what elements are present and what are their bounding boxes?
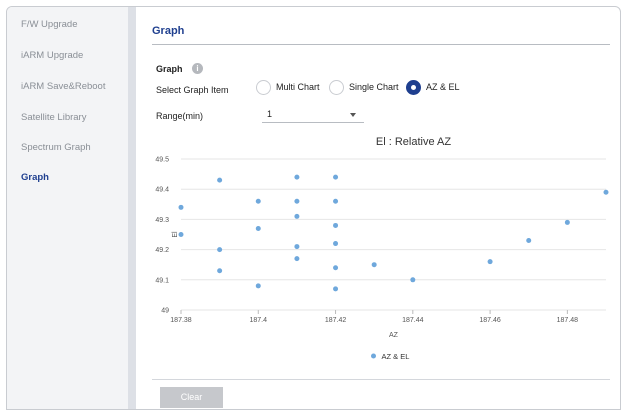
radio-az-el[interactable]: AZ & EL: [406, 79, 460, 95]
x-axis-label: AZ: [389, 332, 399, 339]
radio-label: AZ & EL: [426, 82, 460, 92]
radio-circle[interactable]: [256, 79, 271, 95]
chevron-down-icon: [350, 113, 356, 117]
y-tick-label: 49.4: [155, 187, 169, 194]
scatter-chart: El : Relative AZ 49 49.1 49.2 49.3 49.4 49.5 18…: [155, 136, 609, 361]
x-tick-label: 187.48: [557, 317, 579, 324]
page-title: Graph: [152, 25, 185, 37]
data-point: [178, 232, 184, 237]
y-tick-label: 49.2: [155, 247, 169, 254]
chart-title: El : Relative AZ: [376, 136, 451, 148]
section-label: Graph: [156, 64, 183, 74]
data-point: [333, 174, 339, 180]
y-tick-label: 49.5: [155, 157, 169, 164]
data-point: [217, 177, 223, 183]
sidebar-divider: [128, 7, 136, 409]
data-point: [255, 198, 261, 204]
legend-marker: [371, 353, 376, 359]
y-axis-label: El: [172, 231, 179, 238]
y-tick-label: 49.3: [155, 217, 169, 224]
x-tick-label: 187.42: [325, 317, 347, 324]
sidebar-item-graph[interactable]: Graph: [21, 172, 49, 183]
title-divider: [152, 44, 610, 45]
radio-circle[interactable]: [329, 79, 344, 95]
y-tick-label: 49.1: [155, 277, 169, 284]
data-point: [255, 283, 261, 289]
x-tick-label: 187.38: [170, 317, 192, 324]
app-window: F/W Upgrade iARM Upgrade iARM Save&Reboo…: [6, 6, 621, 410]
data-point: [178, 204, 184, 210]
select-graph-item-label: Select Graph Item: [156, 85, 229, 95]
data-point: [487, 259, 493, 265]
sidebar-item-satellite-library[interactable]: Satellite Library: [21, 112, 86, 123]
sidebar: F/W Upgrade iARM Upgrade iARM Save&Reboo…: [7, 7, 128, 409]
data-point: [410, 277, 416, 283]
sidebar-item-spectrum-graph[interactable]: Spectrum Graph: [21, 142, 91, 153]
data-point: [333, 198, 339, 204]
sidebar-item-fw-upgrade[interactable]: F/W Upgrade: [21, 19, 78, 30]
data-point: [217, 268, 223, 274]
data-point: [333, 241, 339, 247]
x-tick-label: 187.4: [250, 317, 268, 324]
legend-label: AZ & EL: [382, 352, 410, 361]
sidebar-item-iarm-upgrade[interactable]: iARM Upgrade: [21, 50, 83, 61]
clear-button[interactable]: Clear: [160, 387, 223, 408]
range-label: Range(min): [156, 111, 204, 121]
data-point: [333, 222, 339, 228]
range-select-value: 1: [267, 109, 273, 119]
data-point: [603, 189, 609, 195]
radio-single-chart[interactable]: Single Chart: [329, 79, 399, 95]
data-point: [255, 225, 261, 231]
y-tick-label: 49: [161, 308, 169, 315]
radio-multi-chart[interactable]: Multi Chart: [256, 79, 320, 95]
data-point: [294, 244, 300, 250]
data-point: [371, 262, 377, 268]
radio-label: Single Chart: [349, 82, 399, 92]
data-point: [294, 256, 300, 262]
data-point: [526, 238, 532, 244]
data-point: [294, 198, 300, 204]
sidebar-item-iarm-save-reboot[interactable]: iARM Save&Reboot: [21, 81, 105, 92]
radio-circle-checked[interactable]: [406, 79, 421, 95]
main-content: Graph Graph i Select Graph Item Multi Ch…: [136, 7, 620, 409]
x-tick-label: 187.46: [479, 317, 501, 324]
info-icon[interactable]: i: [192, 63, 203, 74]
data-point: [333, 265, 339, 271]
data-point: [294, 213, 300, 219]
radio-label: Multi Chart: [276, 82, 320, 92]
data-point: [217, 247, 223, 253]
data-point: [564, 219, 570, 225]
footer-divider: [152, 379, 610, 380]
data-point: [333, 286, 339, 292]
x-tick-label: 187.44: [402, 317, 424, 324]
range-select[interactable]: 1: [262, 107, 364, 123]
data-point: [294, 174, 300, 180]
